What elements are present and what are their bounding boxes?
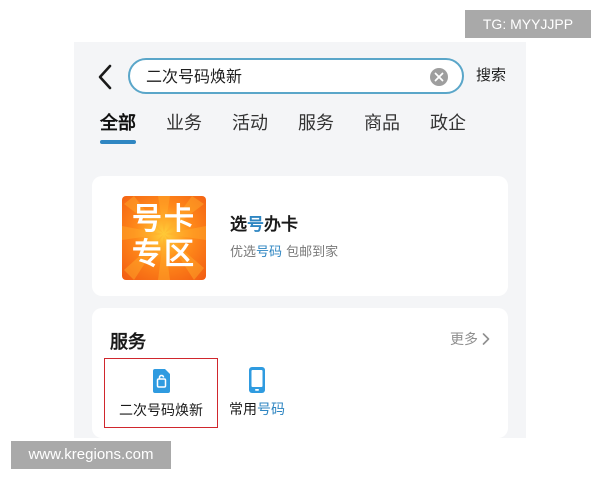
banner-text-line2: 专区 xyxy=(132,237,196,272)
banner-text-line1: 号卡 xyxy=(132,202,196,237)
active-tab-indicator xyxy=(100,140,136,144)
sim-card-icon xyxy=(153,369,170,393)
number-card-zone-banner[interactable]: 号卡 专区 xyxy=(122,196,206,280)
app-screen: 二次号码焕新 搜索 全部 业务 活动 服务 商品 政企 号卡 专区 选号办卡 优… xyxy=(74,42,526,438)
search-button[interactable]: 搜索 xyxy=(476,66,506,84)
service-frequent-numbers[interactable]: 常用号码 xyxy=(222,358,292,428)
promo-subtitle-part2: 包邮到家 xyxy=(282,245,339,260)
back-button[interactable] xyxy=(96,64,116,90)
service-label: 二次号码焕新 xyxy=(119,403,203,419)
clear-icon[interactable] xyxy=(430,68,448,86)
tab-services[interactable]: 服务 xyxy=(298,112,334,136)
service-label-highlight: 号码 xyxy=(257,402,285,418)
tab-government-enterprise[interactable]: 政企 xyxy=(430,112,466,136)
services-heading: 服务 xyxy=(110,332,146,353)
service-label-part1: 常用 xyxy=(229,402,257,418)
tab-business[interactable]: 业务 xyxy=(166,112,202,136)
more-label: 更多 xyxy=(450,332,478,348)
promo-title-part2: 办卡 xyxy=(264,215,298,235)
watermark-top: TG: MYYJJPP xyxy=(465,10,591,38)
watermark-bottom: www.kregions.com xyxy=(11,441,171,469)
phone-icon xyxy=(249,367,265,393)
search-input[interactable]: 二次号码焕新 xyxy=(128,58,464,94)
close-icon xyxy=(434,72,444,82)
promo-subtitle: 优选号码 包邮到家 xyxy=(230,244,338,262)
service-number-renewal[interactable]: 二次号码焕新 xyxy=(104,358,218,428)
chevron-right-icon xyxy=(482,333,490,345)
search-header: 二次号码焕新 搜索 全部 业务 活动 服务 商品 政企 xyxy=(74,42,526,192)
chevron-left-icon xyxy=(98,64,112,90)
promo-subtitle-highlight: 号码 xyxy=(256,245,283,260)
tab-activities[interactable]: 活动 xyxy=(232,112,268,136)
tab-products[interactable]: 商品 xyxy=(364,112,400,136)
services-section: 服务 更多 二次号码焕新 常用号码 xyxy=(92,308,508,438)
search-query: 二次号码焕新 xyxy=(146,67,243,86)
promo-subtitle-part1: 优选 xyxy=(230,245,257,260)
number-card-promo[interactable]: 号卡 专区 选号办卡 优选号码 包邮到家 xyxy=(92,176,508,296)
service-label: 常用号码 xyxy=(222,400,292,420)
promo-title-highlight: 号 xyxy=(247,215,264,235)
promo-title-part1: 选 xyxy=(230,215,247,235)
promo-title: 选号办卡 xyxy=(230,214,298,236)
tab-all[interactable]: 全部 xyxy=(100,112,136,136)
more-services-link[interactable]: 更多 xyxy=(450,330,490,350)
